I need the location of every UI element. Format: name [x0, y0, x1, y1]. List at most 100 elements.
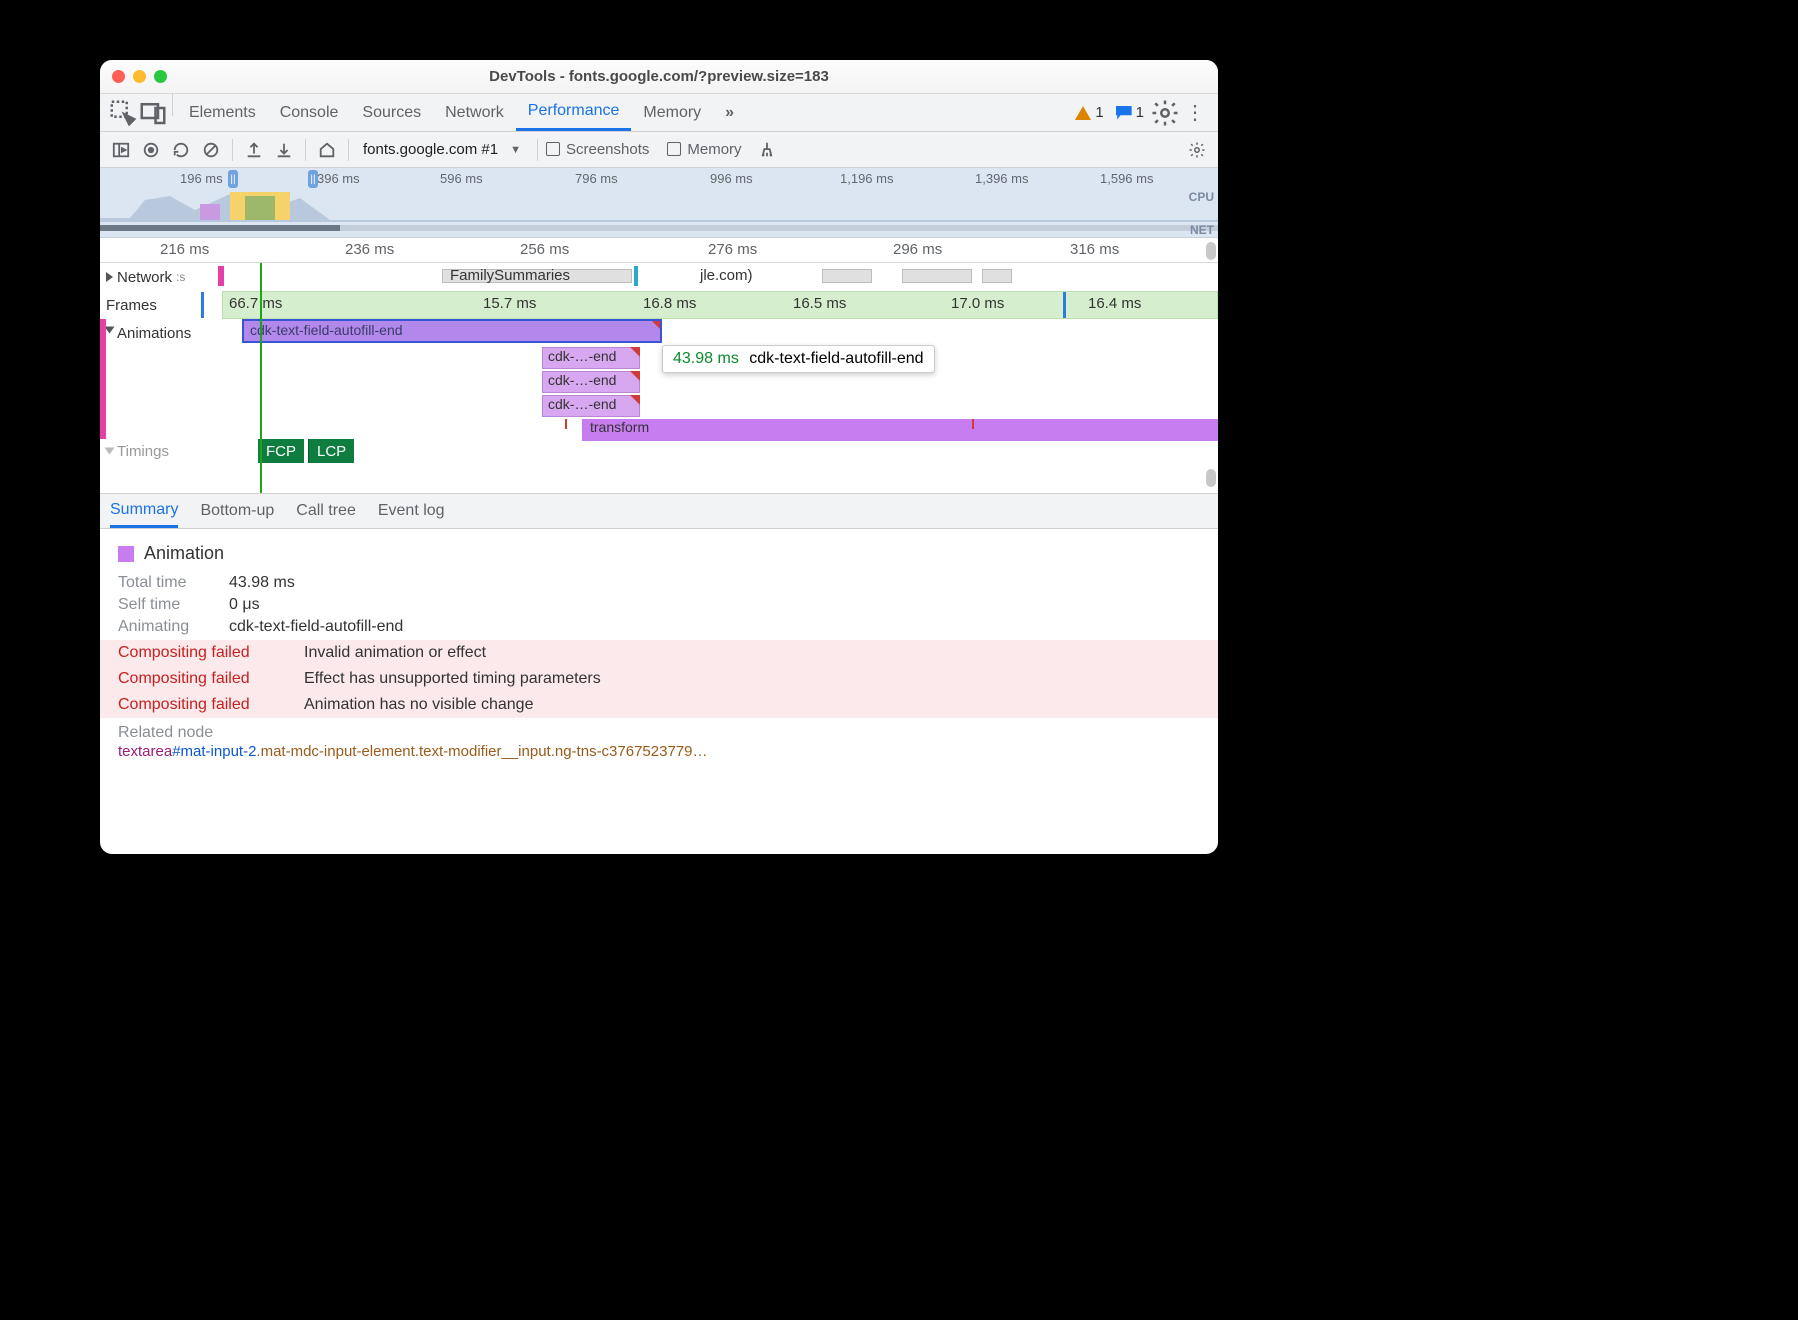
disclosure-icon[interactable] — [105, 448, 115, 455]
animation-bar[interactable]: cdk-…-end — [542, 371, 640, 393]
overview-strip[interactable]: 196 ms 396 ms 596 ms 796 ms 996 ms 1,196… — [100, 168, 1218, 238]
composite-fail-icon — [972, 419, 974, 429]
recording-selector[interactable]: fonts.google.com #1 — [363, 141, 498, 158]
related-node-link[interactable]: textarea#mat-input-2.mat-mdc-input-eleme… — [118, 742, 1200, 760]
tab-performance[interactable]: Performance — [516, 94, 632, 131]
network-request-label: FamilySummaries — [450, 267, 570, 284]
value: cdk-text-field-autofill-end — [229, 618, 403, 636]
hover-tooltip: 43.98 ms cdk-text-field-autofill-end — [662, 345, 935, 373]
summary-panel: Animation Total time43.98 ms Self time0 … — [100, 529, 1218, 770]
details-tabs: Summary Bottom-up Call tree Event log — [100, 493, 1218, 529]
separator — [537, 139, 538, 161]
marker-icon — [218, 266, 224, 286]
disclosure-icon[interactable] — [105, 327, 115, 334]
frames-track[interactable]: Frames 66.7 ms 15.7 ms 16.8 ms 16.5 ms 1… — [100, 291, 1218, 319]
perf-settings-gear-icon[interactable] — [1184, 137, 1210, 163]
network-request-label: jle.com) — [700, 267, 753, 284]
window-title: DevTools - fonts.google.com/?preview.siz… — [100, 68, 1218, 85]
toggle-drawer-icon[interactable] — [108, 137, 134, 163]
warnings-badge[interactable]: 1 — [1075, 94, 1103, 131]
network-request-bar[interactable] — [822, 269, 872, 283]
home-icon[interactable] — [314, 137, 340, 163]
gc-broom-icon[interactable] — [754, 137, 780, 163]
error-row: Compositing failedInvalid animation or e… — [100, 640, 1218, 666]
chevron-down-icon[interactable]: ▼ — [510, 144, 521, 156]
traffic-lights — [112, 70, 167, 83]
device-toolbar-icon[interactable] — [138, 94, 168, 131]
overview-tick: 196 ms — [180, 171, 223, 186]
label: Self time — [118, 596, 213, 614]
memory-checkbox[interactable]: Memory — [667, 141, 741, 158]
screenshots-checkbox[interactable]: Screenshots — [546, 141, 649, 158]
overview-tick: 1,396 ms — [975, 171, 1028, 186]
tab-console[interactable]: Console — [268, 94, 351, 131]
overview-net-label: NET — [1190, 223, 1214, 237]
network-track[interactable]: Network:s FamilySummaries jle.com) — [100, 263, 1218, 291]
disclosure-icon[interactable] — [106, 272, 113, 282]
animations-track[interactable]: Animations cdk-text-field-autofill-end c… — [100, 319, 1218, 439]
range-handle-right[interactable]: || — [308, 170, 318, 188]
tab-bottom-up[interactable]: Bottom-up — [200, 494, 274, 528]
tab-summary[interactable]: Summary — [110, 494, 178, 528]
ruler-tick: 236 ms — [345, 241, 394, 258]
inspect-element-icon[interactable] — [108, 94, 138, 131]
reload-record-icon[interactable] — [168, 137, 194, 163]
message-icon — [1116, 106, 1132, 120]
frame-boundary — [1063, 292, 1066, 318]
frame-boundary — [201, 292, 204, 318]
animation-bar[interactable]: cdk-…-end — [542, 347, 640, 369]
timings-track[interactable]: Timings FCP LCP — [100, 439, 1218, 463]
tab-memory[interactable]: Memory — [631, 94, 713, 131]
animation-bar-transform[interactable]: transform — [582, 419, 1218, 441]
download-profile-icon[interactable] — [271, 137, 297, 163]
ruler-tick: 256 ms — [520, 241, 569, 258]
messages-badge[interactable]: 1 — [1116, 94, 1144, 131]
message-count: 1 — [1136, 104, 1144, 121]
overview-tick: 796 ms — [575, 171, 618, 186]
cpu-activity-chart — [100, 190, 1218, 222]
titlebar: DevTools - fonts.google.com/?preview.siz… — [100, 60, 1218, 94]
timeline-ruler[interactable]: 216 ms 236 ms 256 ms 276 ms 296 ms 316 m… — [100, 238, 1218, 263]
more-menu-icon[interactable]: ⋮ — [1180, 94, 1210, 131]
flamechart[interactable]: Network:s FamilySummaries jle.com) Frame… — [100, 263, 1218, 493]
label: Animating — [118, 618, 213, 636]
net-overview-bar — [100, 225, 1218, 231]
frame-cell: 16.4 ms — [1088, 295, 1141, 312]
scroll-indicator[interactable] — [1206, 242, 1216, 260]
network-request-bar[interactable] — [982, 269, 1012, 283]
settings-gear-icon[interactable] — [1150, 94, 1180, 131]
summary-title: Animation — [144, 543, 224, 564]
value: 43.98 ms — [229, 574, 295, 592]
frame-cell: 16.8 ms — [643, 295, 696, 312]
record-button-icon[interactable] — [138, 137, 164, 163]
network-finish-marker — [634, 266, 638, 286]
playhead-line[interactable] — [260, 263, 262, 493]
minimize-window-icon[interactable] — [133, 70, 146, 83]
zoom-window-icon[interactable] — [154, 70, 167, 83]
network-request-bar[interactable] — [902, 269, 972, 283]
timing-marker-fcp[interactable]: FCP — [258, 439, 304, 463]
animation-bar[interactable]: cdk-text-field-autofill-end — [242, 319, 662, 343]
timing-marker-lcp[interactable]: LCP — [308, 439, 354, 463]
warning-count: 1 — [1095, 104, 1103, 121]
range-handle-left[interactable]: || — [228, 170, 238, 188]
ruler-tick: 316 ms — [1070, 241, 1119, 258]
tab-event-log[interactable]: Event log — [378, 494, 445, 528]
composite-fail-icon — [565, 419, 567, 429]
tooltip-name: cdk-text-field-autofill-end — [749, 350, 923, 367]
animation-bar[interactable]: cdk-…-end — [542, 395, 640, 417]
upload-profile-icon[interactable] — [241, 137, 267, 163]
tab-elements[interactable]: Elements — [177, 94, 268, 131]
overview-tick: 396 ms — [317, 171, 360, 186]
warning-icon — [1075, 106, 1091, 120]
tab-call-tree[interactable]: Call tree — [296, 494, 356, 528]
frame-cell: 17.0 ms — [951, 295, 1004, 312]
tabs-overflow[interactable]: » — [713, 94, 746, 131]
clear-icon[interactable] — [198, 137, 224, 163]
category-swatch-icon — [118, 546, 134, 562]
separator — [172, 94, 173, 116]
tab-sources[interactable]: Sources — [350, 94, 433, 131]
scroll-indicator[interactable] — [1206, 469, 1216, 487]
close-window-icon[interactable] — [112, 70, 125, 83]
tab-network[interactable]: Network — [433, 94, 516, 131]
